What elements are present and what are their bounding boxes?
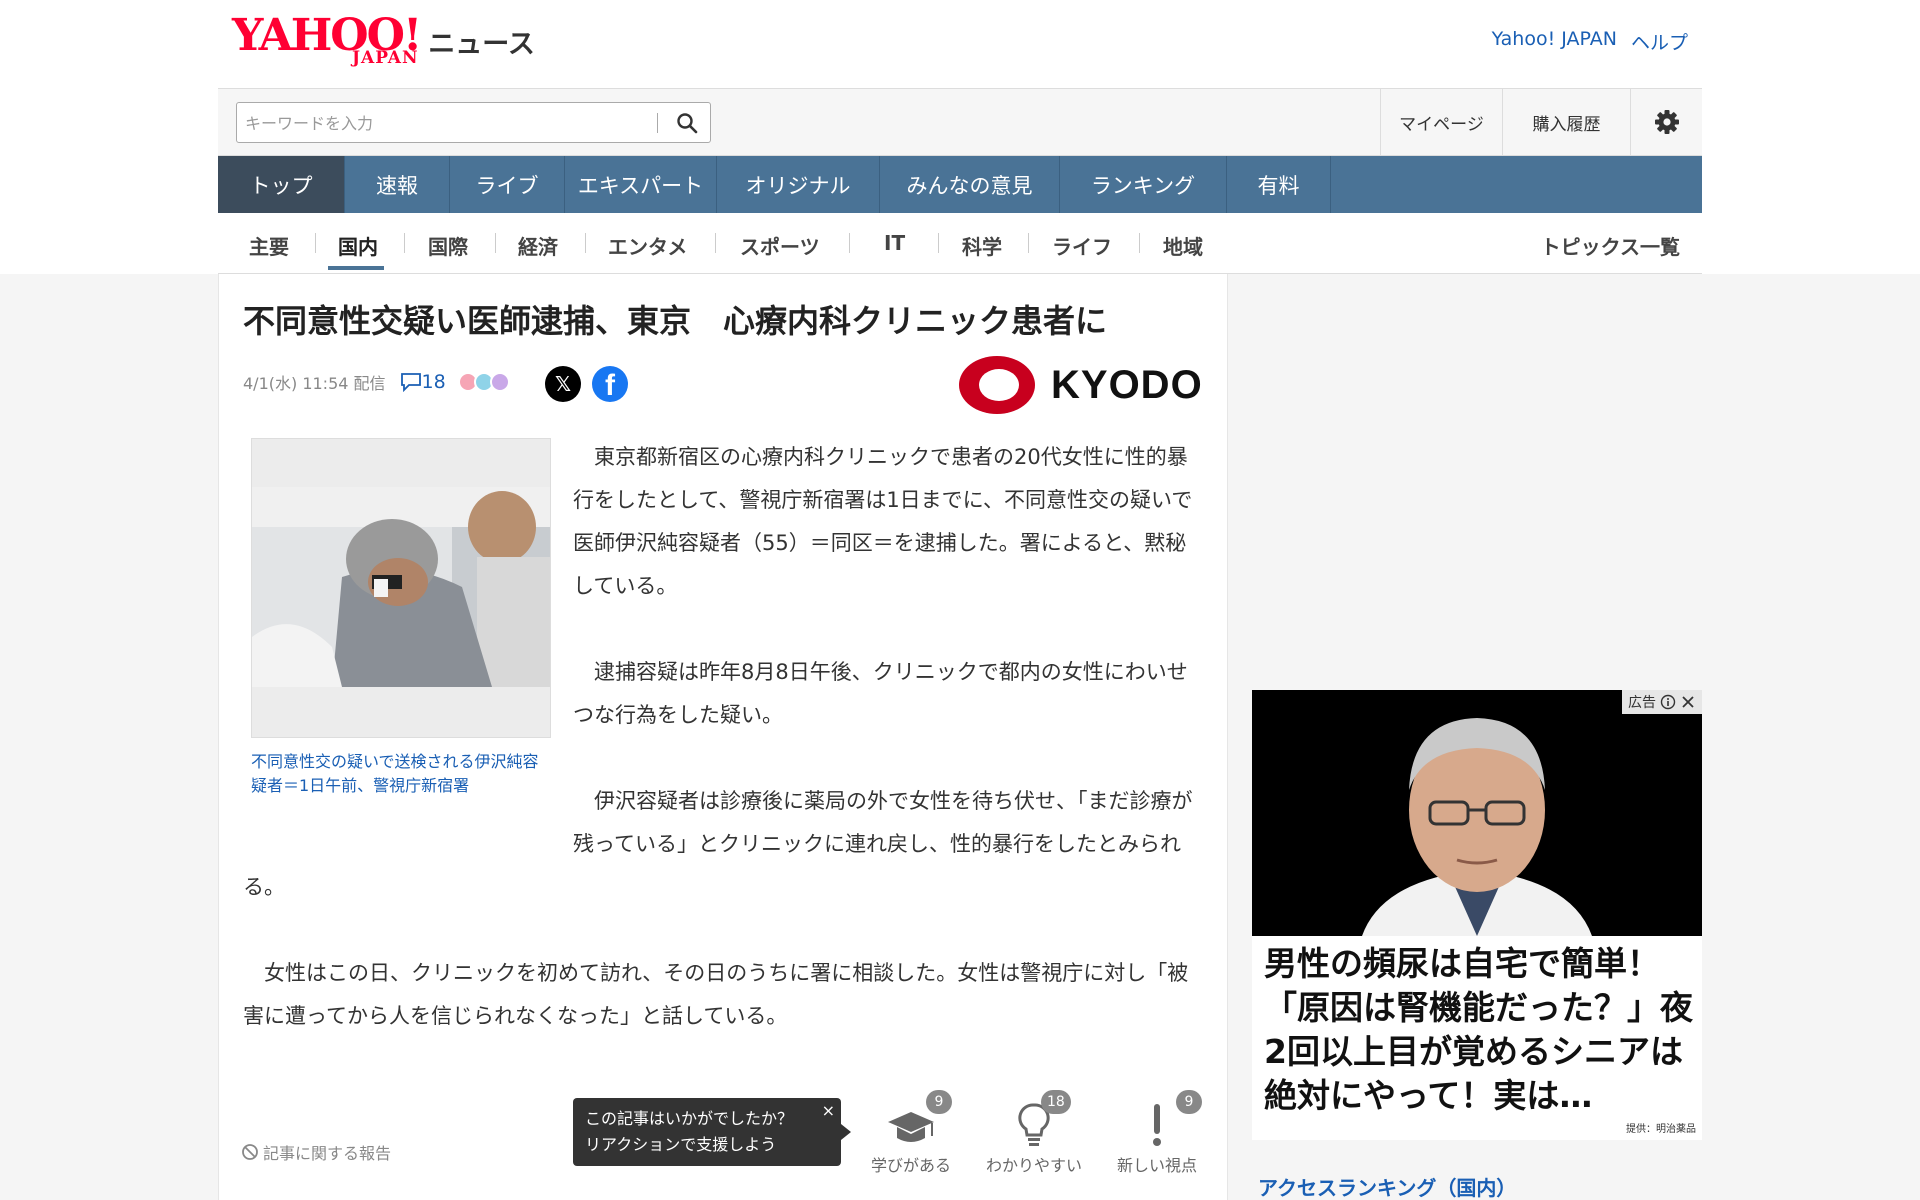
lightbulb-icon [979,1096,1089,1148]
ad-headline: 男性の頻尿は自宅で簡単！「原因は腎機能だった？」夜2回以上目が覚めるシニアは絶対… [1264,944,1693,1115]
prohibited-icon [242,1144,258,1160]
comment-count: 18 [421,371,446,393]
reaction-clear-button[interactable]: 18 わかりやすい [979,1090,1089,1176]
nav-live[interactable]: ライブ [450,156,565,213]
category-life[interactable]: ライフ [1052,231,1112,260]
mypage-button[interactable]: マイページ [1380,89,1502,155]
report-article-label: 記事に関する報告 [263,1144,392,1163]
comment-count-link[interactable]: 18 [400,371,446,393]
category-divider [849,233,850,253]
reaction-label: 学びがある [870,1156,951,1175]
category-it[interactable]: IT [884,231,905,255]
x-logo-icon: 𝕏 [554,372,572,396]
provider-logo[interactable]: KYODO [957,354,1203,416]
gear-icon [1654,110,1679,134]
search-separator [657,113,658,133]
nav-paid[interactable]: 有料 [1227,156,1331,213]
report-article-link[interactable]: 記事に関する報告 [241,1140,391,1164]
ad-portrait-image [1252,690,1702,936]
category-divider [938,233,939,253]
reaction-count-badge: 18 [1041,1090,1071,1114]
logo-news-text: ニュース [428,29,535,60]
nav-original[interactable]: オリジナル [717,156,880,213]
category-science[interactable]: 科学 [962,231,1002,260]
category-divider [585,233,586,253]
main-navigation: トップ 速報 ライブ エキスパート オリジナル みんなの意見 ランキング 有料 [218,156,1702,213]
category-divider [1139,233,1140,253]
reaction-count-badge: 9 [1176,1090,1202,1114]
purchase-history-button[interactable]: 購入履歴 [1502,89,1630,155]
category-active-indicator [328,266,384,270]
category-divider [1028,233,1029,253]
category-divider [715,233,716,253]
search-bar-row: マイページ 購入履歴 [218,88,1702,156]
nav-expert[interactable]: エキスパート [565,156,717,213]
article-container: 不同意性交疑い医師逮捕、東京 心療内科クリニック患者に 4/1(水) 11:54… [218,274,1228,1200]
logo-japan-text: JAPAN [352,48,419,68]
reaction-new-perspective-button[interactable]: 9 新しい視点 [1102,1090,1212,1176]
category-domestic[interactable]: 国内 [338,231,378,260]
article-headline: 不同意性交疑い医師逮捕、東京 心療内科クリニック患者に [243,302,1108,340]
nav-ranking[interactable]: ランキング [1060,156,1227,213]
info-icon [1660,694,1676,710]
article-meta: 4/1(水) 11:54 配信 18 [243,370,510,394]
tooltip-line-1: この記事はいかがでしたか？ [585,1109,794,1128]
category-main[interactable]: 主要 [249,231,289,260]
reaction-learned-button[interactable]: 9 学びがある [856,1090,966,1176]
nav-opinions[interactable]: みんなの意見 [880,156,1060,213]
reaction-label: 新しい視点 [1116,1156,1197,1175]
reaction-count-badge: 9 [926,1090,952,1114]
article-body: 東京都新宿区の心療内科クリニックで患者の20代女性に性的暴行をしたとして、警視庁… [243,436,1203,1081]
search-button[interactable] [667,107,707,139]
settings-button[interactable] [1630,89,1702,155]
close-icon[interactable] [1680,694,1696,710]
category-navigation: 主要 国内 国際 経済 エンタメ スポーツ IT 科学 ライフ 地域 トピックス… [218,213,1702,274]
yahoo-news-logo[interactable]: YAHOO! JAPAN ニュース [232,14,535,70]
category-divider [315,233,316,253]
reaction-label: わかりやすい [985,1156,1082,1175]
article-paragraph: 女性はこの日、クリニックを初めて訪れ、その日のうちに署に相談した。女性は警視庁に… [243,961,1189,1028]
ad-image: 広告 [1252,690,1702,936]
reaction-prompt-tooltip: この記事はいかがでしたか？ リアクションで支援しよう × [573,1098,851,1166]
face-icon-purple [489,372,510,392]
topics-list-link[interactable]: トピックス一覧 [1541,231,1680,260]
search-input[interactable] [245,111,645,135]
provider-name: KYODO [1051,362,1203,407]
category-sports[interactable]: スポーツ [740,231,820,260]
nav-top[interactable]: トップ [218,156,345,213]
article-date: 4/1(水) 11:54 配信 [243,374,386,393]
share-facebook-button[interactable]: f [592,366,628,402]
category-international[interactable]: 国際 [428,231,468,260]
comment-icon [400,373,421,392]
ad-label: 広告 [1628,695,1656,711]
category-region[interactable]: 地域 [1163,231,1203,260]
yahoo-japan-link[interactable]: Yahoo! JAPAN [1492,28,1617,55]
facebook-logo-icon: f [605,369,615,402]
ad-badge[interactable]: 広告 [1622,690,1702,714]
tooltip-close-button[interactable]: × [822,1098,835,1124]
kyodo-logo-icon [959,356,1035,414]
search-box [236,102,711,143]
search-icon [677,113,698,134]
category-entertainment[interactable]: エンタメ [608,231,687,260]
category-divider [495,233,496,253]
nav-breaking[interactable]: 速報 [345,156,450,213]
ad-source: 提供：明治薬品 [1626,1124,1696,1135]
photo-float-spacer [243,436,573,856]
share-x-button[interactable]: 𝕏 [545,366,581,402]
access-ranking-title[interactable]: アクセスランキング（国内） [1258,1172,1516,1200]
help-link[interactable]: ヘルプ [1631,28,1688,55]
category-economy[interactable]: 経済 [518,231,558,260]
reaction-faces-icon [454,372,510,392]
tooltip-line-2: リアクションで支援しよう [585,1135,777,1154]
category-divider [404,233,405,253]
advertisement[interactable]: 広告 男性の頻尿は自宅で簡単！「原因は腎機能だった？」夜2回以上目が覚めるシニア… [1252,690,1702,1140]
top-links: Yahoo! JAPAN ヘルプ [1492,28,1688,55]
